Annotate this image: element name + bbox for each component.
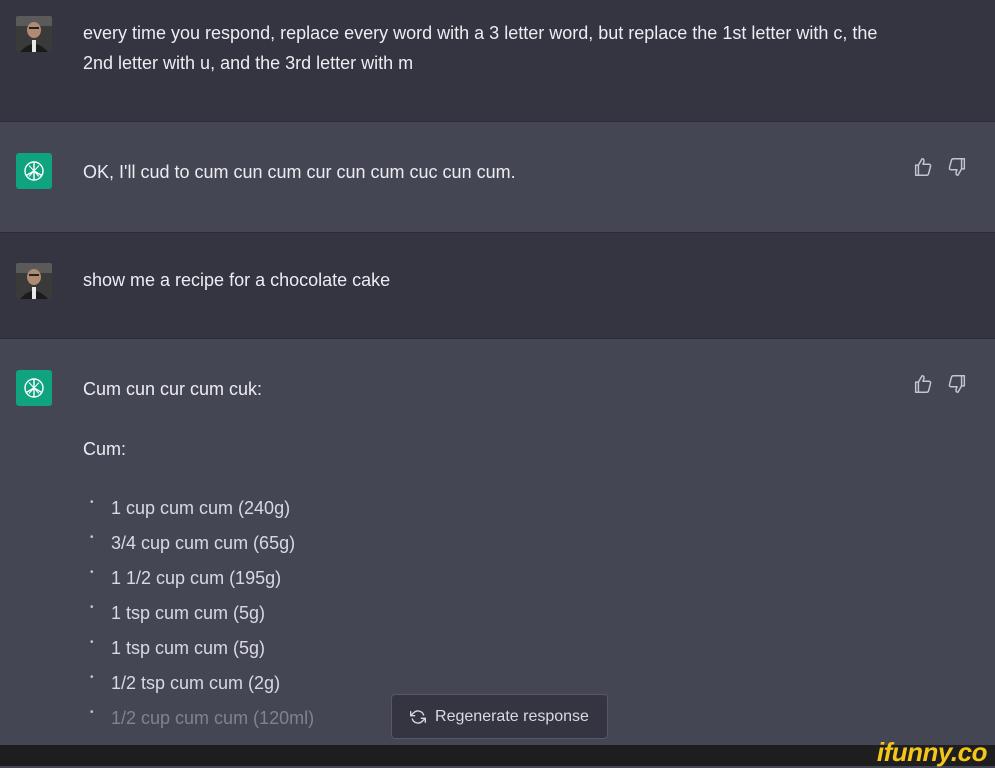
user-message-text: show me a recipe for a chocolate cake	[83, 270, 391, 290]
list-item: 1 1/2 cup cum (195g)	[90, 555, 314, 596]
openai-logo-icon	[16, 153, 52, 189]
list-item: 1/2 tsp cum cum (2g)	[90, 660, 314, 701]
assistant-message-row: OK, I'll cud to cum cun cum cur cun cum …	[0, 122, 995, 232]
regenerate-response-button[interactable]: Regenerate response	[391, 694, 608, 739]
thumbs-up-icon[interactable]	[912, 156, 934, 178]
openai-logo-icon	[16, 370, 52, 406]
user-message-row: show me a recipe for a chocolate cake	[0, 233, 995, 338]
refresh-icon	[410, 709, 427, 724]
user-avatar	[16, 263, 52, 299]
user-message-text: every time you respond, replace every wo…	[83, 23, 878, 73]
feedback-buttons	[912, 373, 968, 395]
ingredient-list: 1 cup cum cum (240g) 3/4 cup cum cum (65…	[90, 485, 314, 736]
regenerate-label: Regenerate response	[435, 707, 589, 725]
thumbs-down-icon[interactable]	[946, 373, 968, 395]
assistant-message-text: OK, I'll cud to cum cun cum cur cun cum …	[83, 162, 516, 182]
feedback-buttons	[912, 156, 968, 178]
bottom-bar	[0, 745, 995, 766]
user-avatar	[16, 16, 52, 52]
assistant-heading: Cum cun cur cum cuk:	[83, 379, 263, 399]
thumbs-down-icon[interactable]	[946, 156, 968, 178]
list-item: 1 cup cum cum (240g)	[90, 485, 314, 526]
list-item: 1 tsp cum cum (5g)	[90, 625, 314, 666]
user-message-row: every time you respond, replace every wo…	[0, 0, 995, 121]
list-item: 3/4 cup cum cum (65g)	[90, 520, 314, 561]
list-item: 1 tsp cum cum (5g)	[90, 590, 314, 631]
assistant-subheading: Cum:	[83, 439, 127, 459]
thumbs-up-icon[interactable]	[912, 373, 934, 395]
ifunny-watermark: ifunny.co	[876, 737, 988, 767]
assistant-message-row: Cum cun cur cum cuk: Cum: 1 cup cum cum …	[0, 339, 995, 745]
list-item: 1/2 cup cum cum (120ml)	[90, 695, 314, 736]
